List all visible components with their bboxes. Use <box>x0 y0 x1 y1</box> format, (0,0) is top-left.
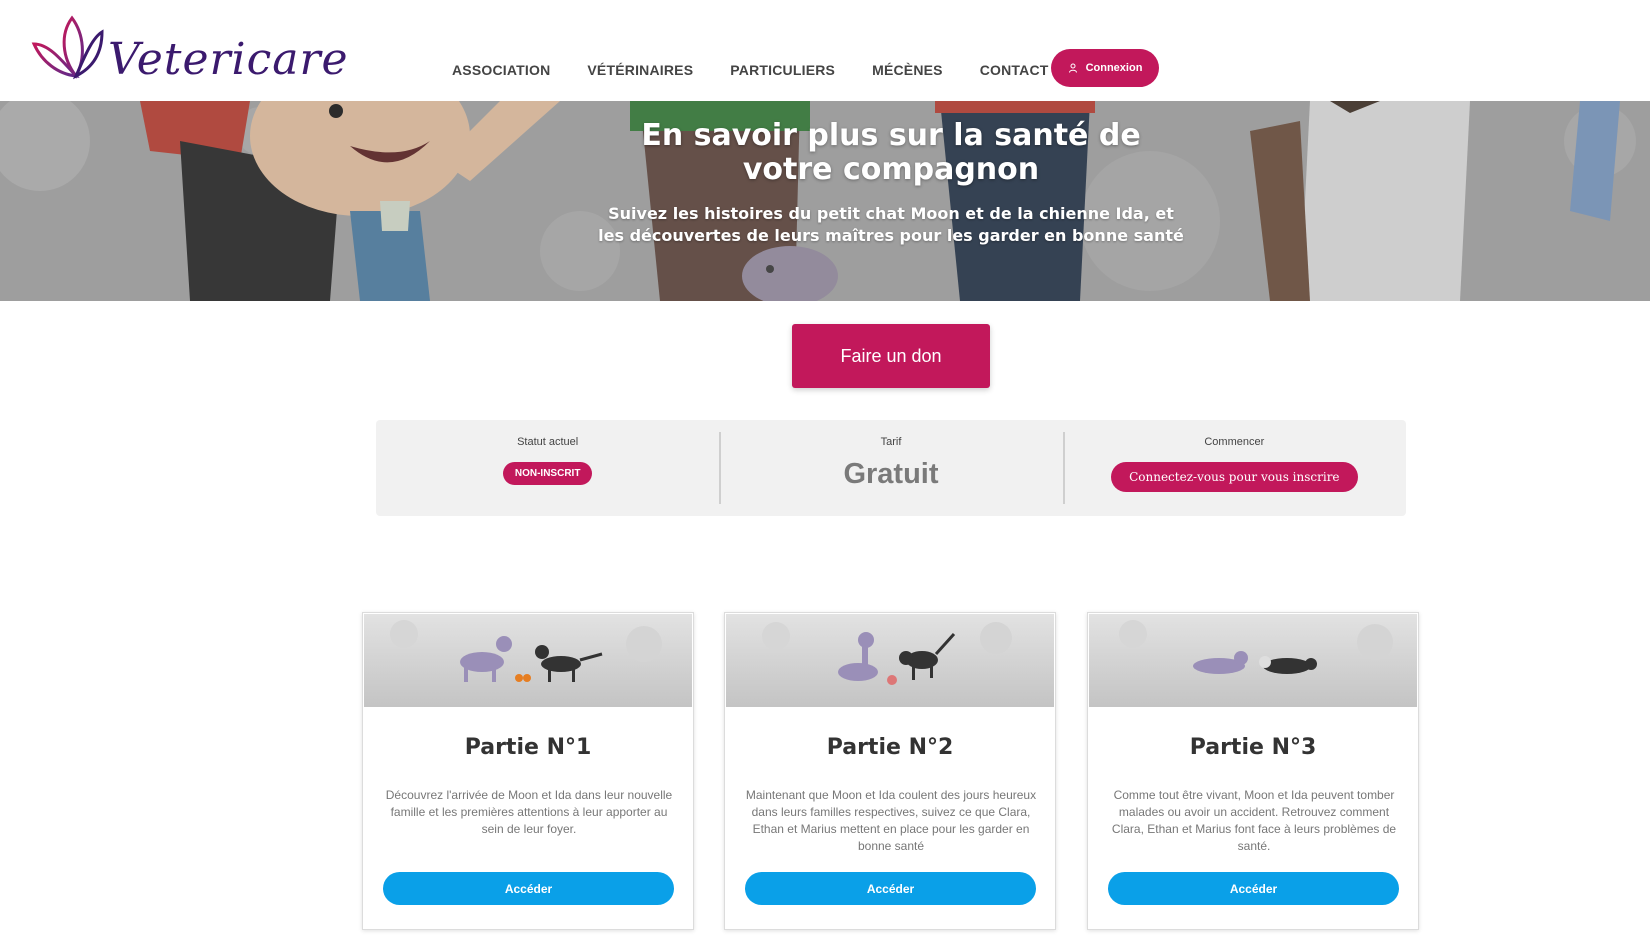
login-label: Connexion <box>1085 62 1143 74</box>
nav-veterinaires[interactable]: VÉTÉRINAIRES <box>587 62 693 78</box>
status-start-column: Commencer Connectez-vous pour vous inscr… <box>1062 420 1406 516</box>
dog-and-cat-illustration <box>390 620 662 682</box>
nav-association[interactable]: ASSOCIATION <box>452 62 550 78</box>
start-label: Commencer <box>1204 436 1265 448</box>
course-card-part-2: Partie N°2 Maintenant que Moon et Ida co… <box>724 612 1056 930</box>
hero-title-line2: votre compagnon <box>742 152 1040 187</box>
hero-title: En savoir plus sur la santé de votre com… <box>0 119 1650 187</box>
login-button[interactable]: Connexion <box>1051 49 1159 87</box>
hero-banner: En savoir plus sur la santé de votre com… <box>0 101 1650 301</box>
user-icon <box>1068 63 1077 73</box>
card-title: Partie N°1 <box>464 735 592 760</box>
hero-subtitle-line2: les découvertes de leurs maîtres pour le… <box>598 226 1184 245</box>
logo-wordmark: Vetericare <box>108 34 349 85</box>
access-button-part-1[interactable]: Accéder <box>383 872 674 905</box>
card-image-part-2 <box>726 614 1054 707</box>
nav-particuliers[interactable]: PARTICULIERS <box>730 62 835 78</box>
login-to-enroll-button[interactable]: Connectez-vous pour vous inscrire <box>1111 462 1358 492</box>
nav-mecenes[interactable]: MÉCÈNES <box>872 62 943 78</box>
card-title: Partie N°3 <box>1189 735 1317 760</box>
access-button-part-3[interactable]: Accéder <box>1108 872 1399 905</box>
card-description: Comme tout être vivant, Moon et Ida peuv… <box>1111 788 1397 853</box>
lotus-logo-icon <box>31 15 104 80</box>
donate-button[interactable]: Faire un don <box>792 324 990 388</box>
course-status-panel: Statut actuel NON-INSCRIT Tarif Gratuit … <box>376 420 1406 516</box>
status-price-column: Tarif Gratuit <box>719 420 1062 516</box>
hero-title-line1: En savoir plus sur la santé de <box>641 118 1141 153</box>
dog-and-cat-playing-illustration <box>762 622 1012 685</box>
course-card-part-3: Partie N°3 Comme tout être vivant, Moon … <box>1087 612 1419 930</box>
card-title: Partie N°2 <box>826 735 954 760</box>
access-button-part-2[interactable]: Accéder <box>745 872 1036 905</box>
hero-subtitle-line1: Suivez les histoires du petit chat Moon … <box>608 204 1174 223</box>
status-current-column: Statut actuel NON-INSCRIT <box>376 420 719 516</box>
course-card-part-1: Partie N°1 Découvrez l'arrivée de Moon e… <box>362 612 694 930</box>
dog-and-cat-resting-illustration <box>1119 620 1393 674</box>
vetericare-logo[interactable]: Vetericare <box>30 14 348 86</box>
price-label: Tarif <box>880 436 902 448</box>
price-value: Gratuit <box>843 458 939 490</box>
card-description: Maintenant que Moon et Ida coulent des j… <box>745 788 1037 853</box>
hero-subtitle: Suivez les histoires du petit chat Moon … <box>0 203 1650 247</box>
status-current-label: Statut actuel <box>517 436 579 448</box>
status-badge: NON-INSCRIT <box>502 462 593 485</box>
card-image-part-1 <box>364 614 692 707</box>
main-nav: ASSOCIATION VÉTÉRINAIRES PARTICULIERS MÉ… <box>452 62 1086 78</box>
card-image-part-3 <box>1089 614 1417 707</box>
card-description: Découvrez l'arrivée de Moon et Ida dans … <box>385 788 673 836</box>
site-header: Vetericare ASSOCIATION VÉTÉRINAIRES PART… <box>0 0 1650 101</box>
nav-contact[interactable]: CONTACT <box>980 62 1049 78</box>
